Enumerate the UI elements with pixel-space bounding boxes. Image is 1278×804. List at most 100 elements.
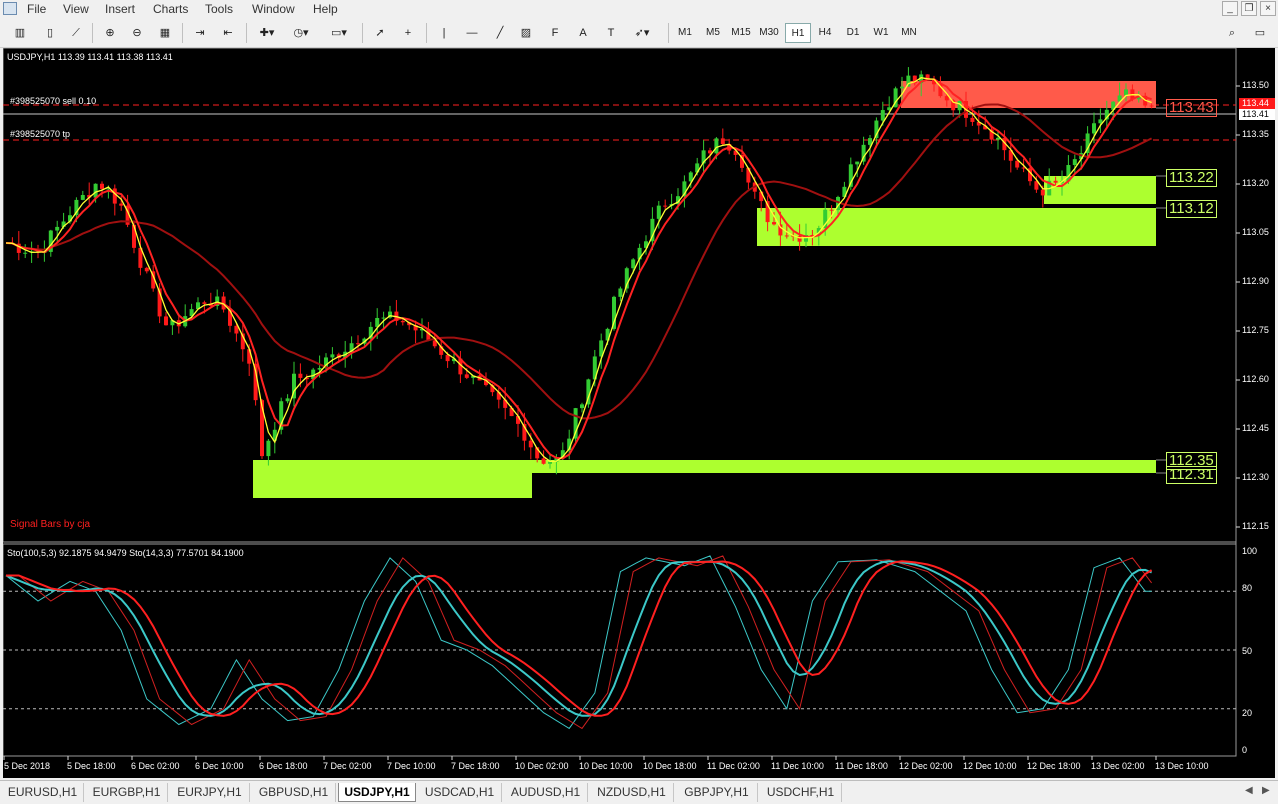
x-axis-label: 6 Dec 02:00: [131, 761, 180, 771]
restore-icon[interactable]: ❐: [1241, 1, 1257, 16]
tile-windows-icon[interactable]: ▦: [155, 23, 175, 43]
menu-bar: File View Insert Charts Tools Window Hel…: [0, 0, 1278, 18]
cursor-icon[interactable]: ➚: [370, 23, 390, 43]
timeframe-w1[interactable]: W1: [868, 23, 894, 43]
chart-shift-icon[interactable]: ⇤: [218, 23, 238, 43]
candle-body: [541, 458, 546, 464]
menu-insert[interactable]: Insert: [105, 2, 135, 16]
candle-body: [855, 161, 860, 165]
y-axis-label: 112.45: [1242, 423, 1269, 433]
search-icon[interactable]: ⌕: [1222, 23, 1242, 43]
x-axis-label: 10 Dec 10:00: [579, 761, 633, 771]
tab-eurgbp[interactable]: EURGBP,H1: [86, 783, 168, 802]
menu-charts[interactable]: Charts: [153, 2, 188, 16]
tab-usdchf[interactable]: USDCHF,H1: [760, 783, 842, 802]
timeframe-m15[interactable]: M15: [728, 23, 754, 43]
slow-stochastic-line: [5, 560, 1152, 717]
candle-body: [55, 226, 60, 231]
y-axis-label: 113.50: [1242, 80, 1269, 90]
candle-body: [880, 110, 885, 121]
order-sell-label: #398525070 sell 0.10: [10, 96, 97, 106]
text-label-icon[interactable]: T: [601, 23, 621, 43]
candle-body: [528, 440, 533, 448]
candle-body: [772, 222, 776, 225]
chat-icon[interactable]: ▭: [1250, 23, 1270, 43]
tab-usdjpy[interactable]: USDJPY,H1: [338, 783, 416, 802]
timeframe-m1[interactable]: M1: [672, 23, 698, 43]
app-icon: [3, 2, 17, 15]
bar-chart-icon[interactable]: ▥: [10, 23, 30, 43]
slow-ma-line: [5, 103, 1153, 420]
tab-nzdusd[interactable]: NZDUSD,H1: [590, 783, 674, 802]
candle-body: [100, 183, 104, 189]
x-axis-label: 12 Dec 18:00: [1027, 761, 1081, 771]
demand-zone: [532, 460, 1156, 473]
zoom-in-icon[interactable]: ⊕: [100, 23, 120, 43]
demand-zone: [1044, 176, 1156, 204]
horizontal-line-icon[interactable]: —: [462, 23, 482, 43]
x-axis-label: 6 Dec 10:00: [195, 761, 244, 771]
periods-icon[interactable]: ◷▾: [288, 23, 314, 43]
tab-eurjpy[interactable]: EURJPY,H1: [170, 783, 250, 802]
vertical-line-icon[interactable]: |: [434, 23, 454, 43]
minimize-icon[interactable]: _: [1222, 1, 1238, 16]
candle-body: [285, 398, 290, 402]
candle-body: [266, 440, 271, 457]
tab-scroll-left-icon[interactable]: ◀: [1245, 785, 1253, 796]
arrows-icon[interactable]: ➶▾: [628, 23, 656, 43]
templates-icon[interactable]: ▭▾: [324, 23, 354, 43]
close-icon[interactable]: ×: [1260, 1, 1276, 16]
candle-body: [1040, 189, 1045, 196]
price-level-tag: 113.22: [1166, 169, 1217, 187]
price-chart-canvas[interactable]: [3, 48, 1275, 778]
tab-eurusd[interactable]: EURUSD,H1: [2, 783, 84, 802]
candle-body: [656, 205, 661, 219]
x-axis-label: 6 Dec 18:00: [259, 761, 308, 771]
menu-window[interactable]: Window: [252, 2, 295, 16]
timeframe-m30[interactable]: M30: [756, 23, 782, 43]
candlestick-icon[interactable]: ▯: [40, 23, 60, 43]
x-axis-label: 13 Dec 02:00: [1091, 761, 1145, 771]
stochastic-header: Sto(100,5,3) 92.1875 94.9479 Sto(14,3,3)…: [7, 548, 244, 558]
candle-body: [900, 86, 904, 89]
timeframe-h1[interactable]: H1: [785, 23, 811, 43]
x-axis-label: 10 Dec 02:00: [515, 761, 569, 771]
text-icon[interactable]: A: [573, 23, 593, 43]
x-axis-label: 12 Dec 02:00: [899, 761, 953, 771]
line-chart-icon[interactable]: ⟋: [66, 23, 86, 43]
candle-body: [112, 188, 117, 204]
tab-gbpusd[interactable]: GBPUSD,H1: [252, 783, 336, 802]
tab-audusd[interactable]: AUDUSD,H1: [504, 783, 588, 802]
mid-ma-line: [5, 78, 1152, 460]
candle-body: [1124, 89, 1128, 96]
zoom-out-icon[interactable]: ⊖: [127, 23, 147, 43]
tab-scroll-right-icon[interactable]: ▶: [1262, 785, 1270, 796]
tab-usdcad[interactable]: USDCAD,H1: [418, 783, 502, 802]
trendline-icon[interactable]: ╱: [490, 23, 510, 43]
timeframe-mn[interactable]: MN: [896, 23, 922, 43]
chart-window[interactable]: USDJPY,H1 113.39 113.41 113.38 113.41 #3…: [3, 48, 1275, 778]
candle-body: [317, 368, 322, 370]
timeframe-h4[interactable]: H4: [812, 23, 838, 43]
tab-gbpjpy[interactable]: GBPJPY,H1: [676, 783, 758, 802]
y-axis-label: 113.05: [1242, 227, 1269, 237]
y-axis-label: 112.90: [1242, 276, 1269, 286]
demand-zone: [757, 208, 1156, 246]
menu-help[interactable]: Help: [313, 2, 338, 16]
menu-view[interactable]: View: [63, 2, 89, 16]
indicators-icon[interactable]: ✚▾: [254, 23, 280, 43]
candle-body: [1053, 180, 1058, 183]
menu-file[interactable]: File: [27, 2, 46, 16]
fibonacci-icon[interactable]: F: [545, 23, 565, 43]
crosshair-icon[interactable]: +: [398, 23, 418, 43]
menu-tools[interactable]: Tools: [205, 2, 233, 16]
timeframe-m5[interactable]: M5: [700, 23, 726, 43]
autoscroll-icon[interactable]: ⇥: [190, 23, 210, 43]
x-axis-label: 7 Dec 10:00: [387, 761, 436, 771]
channel-icon[interactable]: ▨: [516, 23, 536, 43]
candle-body: [1092, 123, 1096, 134]
toolbar: ▥ ▯ ⟋ ⊕ ⊖ ▦ ⇥ ⇤ ✚▾ ◷▾ ▭▾ ➚ + | — ╱ ▨ F A…: [0, 19, 1278, 48]
timeframe-d1[interactable]: D1: [840, 23, 866, 43]
candle-body: [1149, 105, 1154, 107]
x-axis-label: 11 Dec 18:00: [835, 761, 888, 771]
